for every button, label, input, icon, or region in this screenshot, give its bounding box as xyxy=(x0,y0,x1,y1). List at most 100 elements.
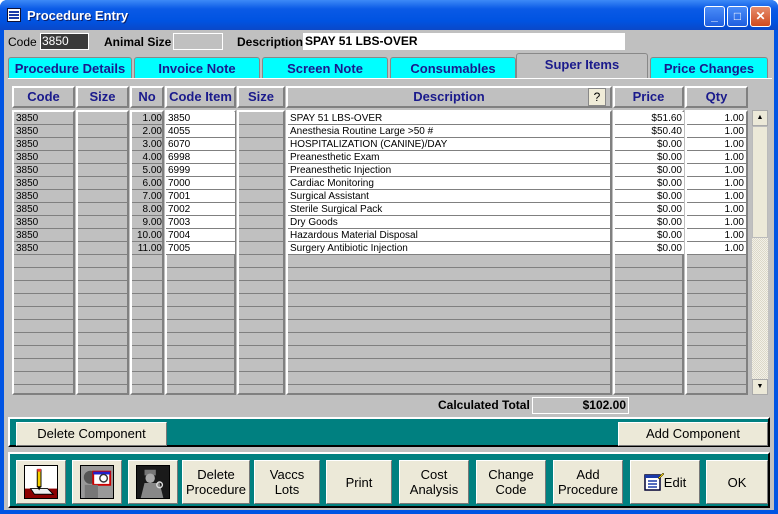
ok-button[interactable]: OK xyxy=(706,460,768,504)
cell-code-item[interactable]: 4055 xyxy=(166,125,235,138)
table-row[interactable]: 3850 8.00 7002 Sterile Surgical Pack $0.00 1.… xyxy=(4,203,764,216)
cell-qty[interactable]: 1.00 xyxy=(687,125,746,138)
cell-qty[interactable]: 1.00 xyxy=(687,242,746,255)
investigate-button[interactable] xyxy=(128,460,178,504)
vaccs-lots-button[interactable]: Vaccs Lots xyxy=(254,460,320,504)
cell-qty[interactable]: 1.00 xyxy=(687,190,746,203)
cell-description[interactable]: Surgical Assistant xyxy=(288,190,610,203)
cell-price[interactable]: $0.00 xyxy=(615,151,684,164)
help-button[interactable]: ? xyxy=(588,88,606,106)
cell-no: 4.00 xyxy=(142,152,162,163)
description-label: Description xyxy=(237,35,304,49)
cell-code-item[interactable]: 7002 xyxy=(166,203,235,216)
cell-code-item[interactable]: 7005 xyxy=(166,242,235,255)
notes-button[interactable] xyxy=(16,460,66,504)
tab-super-items[interactable]: Super Items xyxy=(516,53,648,79)
cell-description[interactable]: Sterile Surgical Pack xyxy=(288,203,610,216)
cell-description[interactable]: Hazardous Material Disposal xyxy=(288,229,610,242)
animal-size-field[interactable] xyxy=(173,33,223,50)
table-row[interactable]: 3850 9.00 7003 Dry Goods $0.00 1.00 xyxy=(4,216,764,229)
cell-qty[interactable]: 1.00 xyxy=(687,229,746,242)
edit-button[interactable]: Edit xyxy=(630,460,700,504)
cell-price[interactable]: $0.00 xyxy=(615,190,684,203)
minimize-button[interactable]: _ xyxy=(704,6,725,27)
cell-code-item[interactable]: 7001 xyxy=(166,190,235,203)
cell-description[interactable]: Surgery Antibiotic Injection xyxy=(288,242,610,255)
tab-screen-note[interactable]: Screen Note xyxy=(262,57,388,78)
cell-description[interactable]: SPAY 51 LBS-OVER xyxy=(288,112,610,125)
cell-qty[interactable]: 1.00 xyxy=(687,177,746,190)
tab-procedure-details[interactable]: Procedure Details xyxy=(8,57,132,78)
table-row[interactable]: 3850 10.00 7004 Hazardous Material Disposal… xyxy=(4,229,764,242)
cell-size xyxy=(78,229,129,242)
cell-price[interactable]: $0.00 xyxy=(615,229,684,242)
table-row[interactable]: 3850 2.00 4055 Anesthesia Routine Large >50… xyxy=(4,125,764,138)
cell-price[interactable]: $0.00 xyxy=(615,164,684,177)
cell-no: 1.00 xyxy=(142,113,162,124)
search-records-button[interactable] xyxy=(72,460,122,504)
cell-description[interactable]: Preanesthetic Injection xyxy=(288,164,610,177)
add-component-button[interactable]: Add Component xyxy=(618,422,768,446)
table-row[interactable]: 3850 7.00 7001 Surgical Assistant $0.00 1.00 xyxy=(4,190,764,203)
table-row[interactable]: 3850 3.00 6070 HOSPITALIZATION (CANINE)/DAY… xyxy=(4,138,764,151)
tab-consumables[interactable]: Consumables xyxy=(390,57,516,78)
cell-qty[interactable]: 1.00 xyxy=(687,112,746,125)
close-button[interactable]: ✕ xyxy=(750,6,771,27)
description-field[interactable]: SPAY 51 LBS-OVER xyxy=(303,33,625,50)
delete-component-button[interactable]: Delete Component xyxy=(16,422,167,446)
cell-qty[interactable]: 1.00 xyxy=(687,216,746,229)
cell-no: 3.00 xyxy=(142,139,162,150)
cell-price[interactable]: $50.40 xyxy=(615,125,684,138)
cell-item-size xyxy=(239,242,285,255)
cell-code: 3850 xyxy=(16,243,39,254)
vertical-scrollbar[interactable]: ▲ ▼ xyxy=(752,110,768,395)
cell-item-size xyxy=(239,190,285,203)
cost-analysis-button[interactable]: Cost Analysis xyxy=(399,460,469,504)
scroll-down-icon[interactable]: ▼ xyxy=(752,379,768,395)
cell-description[interactable]: Dry Goods xyxy=(288,216,610,229)
cell-qty[interactable]: 1.00 xyxy=(687,203,746,216)
change-code-button[interactable]: Change Code xyxy=(476,460,546,504)
cell-price[interactable]: $0.00 xyxy=(615,242,684,255)
tab-price-changes[interactable]: Price Changes xyxy=(650,57,768,78)
cell-code-item[interactable]: 3850 xyxy=(166,112,235,125)
cell-description[interactable]: Cardiac Monitoring xyxy=(288,177,610,190)
cell-price[interactable]: $0.00 xyxy=(615,177,684,190)
cell-price[interactable]: $0.00 xyxy=(615,138,684,151)
pencil-note-icon xyxy=(24,465,58,499)
cell-size xyxy=(78,216,129,229)
cell-price[interactable]: $0.00 xyxy=(615,216,684,229)
table-row[interactable]: 3850 6.00 7000 Cardiac Monitoring $0.00 1.00 xyxy=(4,177,764,190)
cell-code-item[interactable]: 6998 xyxy=(166,151,235,164)
scroll-up-icon[interactable]: ▲ xyxy=(752,110,768,126)
cell-code-item[interactable]: 6070 xyxy=(166,138,235,151)
cell-qty[interactable]: 1.00 xyxy=(687,151,746,164)
cell-description[interactable]: Anesthesia Routine Large >50 # xyxy=(288,125,610,138)
cell-code-item[interactable]: 7004 xyxy=(166,229,235,242)
delete-procedure-button[interactable]: Delete Procedure xyxy=(182,460,250,504)
cell-price[interactable]: $0.00 xyxy=(615,203,684,216)
table-row[interactable]: 3850 11.00 7005 Surgery Antibiotic Injectio… xyxy=(4,242,764,255)
cell-code-item[interactable]: 6999 xyxy=(166,164,235,177)
maximize-button[interactable]: □ xyxy=(727,6,748,27)
col-header-description: Description xyxy=(286,86,612,108)
table-row[interactable]: 3850 1.00 3850 SPAY 51 LBS-OVER $51.60 1.00 xyxy=(4,112,764,125)
print-button[interactable]: Print xyxy=(326,460,392,504)
cell-description[interactable]: Preanesthetic Exam xyxy=(288,151,610,164)
cell-code-item[interactable]: 7003 xyxy=(166,216,235,229)
tab-invoice-note[interactable]: Invoice Note xyxy=(134,57,260,78)
code-field[interactable]: 3850 xyxy=(40,33,89,50)
scroll-thumb[interactable] xyxy=(752,126,768,238)
col-header-no: No xyxy=(130,86,164,108)
cell-description[interactable]: HOSPITALIZATION (CANINE)/DAY xyxy=(288,138,610,151)
add-procedure-button[interactable]: Add Procedure xyxy=(553,460,623,504)
cell-no: 2.00 xyxy=(142,126,162,137)
table-row[interactable]: 3850 4.00 6998 Preanesthetic Exam $0.00 1.00 xyxy=(4,151,764,164)
cell-code: 3850 xyxy=(16,152,39,163)
cell-qty[interactable]: 1.00 xyxy=(687,138,746,151)
cell-qty[interactable]: 1.00 xyxy=(687,164,746,177)
title-bar: Procedure Entry _ □ ✕ xyxy=(0,0,778,30)
cell-price[interactable]: $51.60 xyxy=(615,112,684,125)
table-row[interactable]: 3850 5.00 6999 Preanesthetic Injection $0.00… xyxy=(4,164,764,177)
cell-code-item[interactable]: 7000 xyxy=(166,177,235,190)
